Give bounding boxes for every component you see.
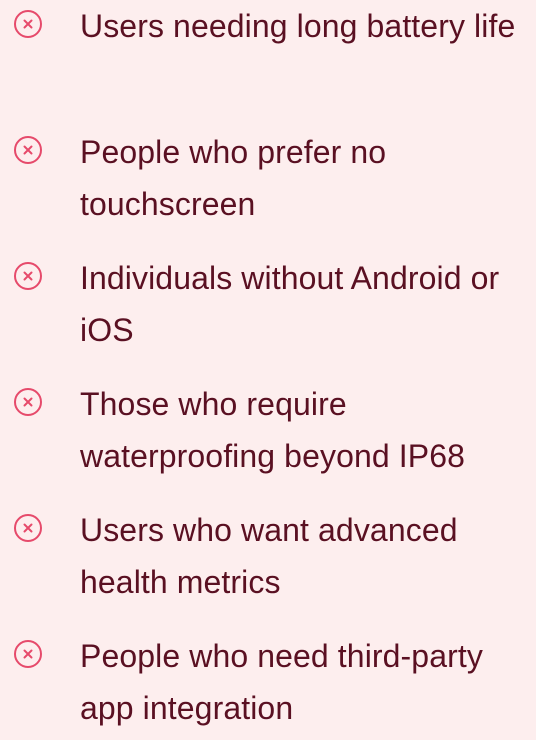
cons-list: Users needing long battery life People w…: [0, 0, 536, 729]
close-circle-icon: [13, 639, 43, 669]
list-item-text: Users who want advanced health metrics: [80, 512, 458, 600]
list-item: Individuals without Android or iOS: [0, 252, 536, 362]
list-item-text: Individuals without Android or iOS: [80, 260, 500, 348]
list-item-text: Users needing long battery life: [80, 8, 516, 44]
list-item-text: People who need third-party app integrat…: [80, 638, 483, 726]
close-circle-icon: [13, 135, 43, 165]
list-item-text: Those who require waterproofing beyond I…: [80, 386, 465, 474]
list-item: Those who require waterproofing beyond I…: [0, 378, 536, 488]
list-item-text: People who prefer no touchscreen: [80, 134, 387, 222]
close-circle-icon: [13, 513, 43, 543]
close-circle-icon: [13, 387, 43, 417]
list-item: People who prefer no touchscreen: [0, 126, 536, 236]
list-item: People who need third-party app integrat…: [0, 630, 536, 740]
list-item: Users who want advanced health metrics: [0, 504, 536, 614]
close-circle-icon: [13, 9, 43, 39]
list-item: Users needing long battery life: [0, 0, 536, 110]
close-circle-icon: [13, 261, 43, 291]
